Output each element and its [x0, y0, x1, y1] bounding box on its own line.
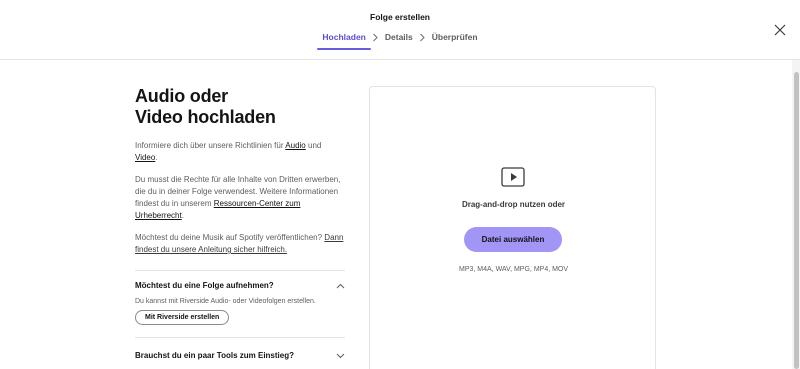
close-icon — [774, 24, 786, 36]
video-play-icon — [501, 167, 525, 187]
dropzone-text: Drag-and-drop nutzen oder — [461, 200, 566, 209]
riverside-create-button[interactable]: Mit Riverside erstellen — [135, 310, 230, 325]
divider — [135, 337, 345, 338]
chevron-down-icon — [336, 353, 345, 358]
audio-guidelines-link[interactable]: Audio — [285, 141, 305, 150]
divider — [135, 270, 345, 271]
choose-file-button[interactable]: Datei auswählen — [464, 227, 562, 252]
chevron-right-icon — [419, 33, 426, 42]
upload-dropzone[interactable]: Drag-and-drop nutzen oder Datei auswähle… — [369, 86, 656, 369]
upload-heading: Audio oder Video hochladen — [135, 86, 276, 127]
chevron-right-icon — [372, 33, 379, 42]
tab-details[interactable]: Details — [383, 30, 415, 48]
header: Folge erstellen Hochladen Details Überpr… — [0, 0, 800, 60]
music-text: Möchtest du deine Musik auf Spotify verö… — [135, 233, 344, 254]
accordion-tools-header[interactable]: Brauchst du ein paar Tools zum Einstieg? — [135, 351, 345, 360]
close-button[interactable] — [772, 22, 788, 38]
guidelines-text: Informiere dich über unsere Richtlinien … — [135, 141, 322, 162]
video-guidelines-link[interactable]: Video — [135, 153, 155, 162]
accordion-record-body: Du kannst mit Riverside Audio- oder Vide… — [135, 298, 316, 305]
tab-hochladen[interactable]: Hochladen — [317, 30, 372, 50]
chevron-up-icon — [336, 283, 345, 288]
rights-text: Du musst die Rechte für alle Inhalte von… — [135, 175, 341, 220]
scrollbar-thumb[interactable] — [794, 72, 799, 369]
scrollbar[interactable] — [792, 60, 800, 369]
step-tabs: Hochladen Details Überprüfen — [0, 30, 800, 50]
supported-formats: MP3, M4A, WAV, MPG, MP4, MOV — [459, 266, 569, 273]
tab-ueberpruefen[interactable]: Überprüfen — [430, 30, 480, 48]
page-title: Folge erstellen — [370, 12, 430, 22]
upload-info: Audio oder Video hochladen Informiere dic… — [135, 86, 345, 360]
accordion-record-header[interactable]: Möchtest du eine Folge aufnehmen? — [135, 281, 345, 290]
